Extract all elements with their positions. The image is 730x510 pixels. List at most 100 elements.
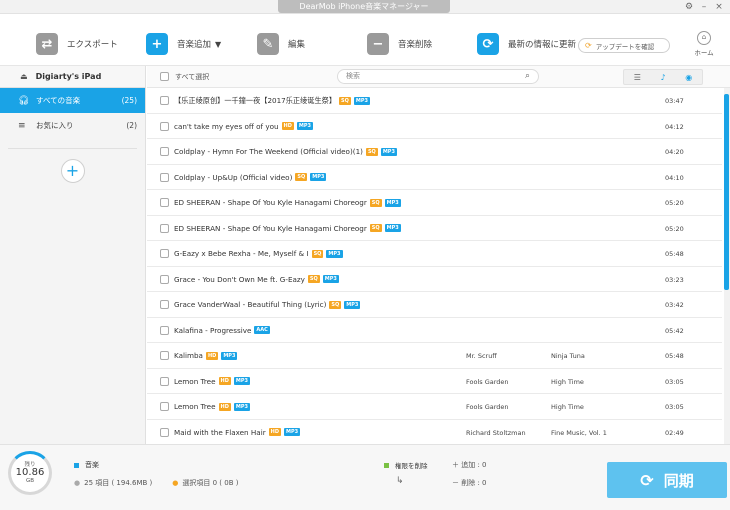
selected-dot-icon: ● bbox=[172, 479, 179, 487]
row-checkbox[interactable] bbox=[160, 147, 169, 156]
song-duration: 03:05 bbox=[665, 403, 684, 411]
song-title: Lemon Tree HD MP3 bbox=[174, 402, 250, 411]
song-duration: 03:42 bbox=[665, 301, 684, 309]
table-row[interactable]: can't take my eyes off of you HD MP3 04:12 bbox=[147, 114, 722, 139]
export-label: エクスポート bbox=[67, 40, 118, 50]
row-checkbox[interactable] bbox=[160, 223, 169, 233]
table-row[interactable]: G-Eazy x Bebe Rexha - Me, Myself & I SQ MP… bbox=[147, 241, 722, 267]
row-checkbox[interactable] bbox=[160, 376, 169, 386]
table-row[interactable]: Lemon Tree HD MP3 Fools Garden High Time 03:0… bbox=[147, 394, 722, 420]
song-title: Kalimba HD MP3 bbox=[174, 351, 238, 360]
row-checkbox[interactable] bbox=[160, 96, 169, 105]
quality-badge: HD bbox=[268, 428, 281, 436]
row-checkbox[interactable] bbox=[160, 172, 169, 182]
row-checkbox[interactable] bbox=[160, 300, 169, 309]
home-button[interactable]: ⌂ ホーム bbox=[690, 31, 718, 57]
song-rows: 【乐正绫原创】一千鐘一夜【2017乐正绫诞生祭】 SQ MP3 03:47 can't … bbox=[147, 88, 722, 444]
list-view-icon[interactable]: ☰ bbox=[634, 73, 641, 82]
table-row[interactable]: Grace - You Don't Own Me ft. G-Eazy SQ MP3… bbox=[147, 267, 722, 292]
song-artist: Fools Garden bbox=[466, 377, 509, 386]
quality-badge: SQ bbox=[369, 198, 382, 207]
chevron-down-icon[interactable]: ▼ bbox=[215, 40, 221, 49]
minimize-icon[interactable]: – bbox=[697, 1, 711, 13]
search-input[interactable]: 検索 ⌕ bbox=[337, 69, 539, 84]
table-row[interactable]: Lemon Tree HD MP3 Fools Garden High Time 03:0… bbox=[147, 369, 722, 394]
refresh-button[interactable]: ⟳ 最新の情報に更新 bbox=[477, 30, 576, 58]
export-button[interactable]: ⇄ エクスポート bbox=[36, 30, 118, 58]
format-badge: MP3 bbox=[380, 147, 397, 156]
song-title-text: 【乐正绫原创】一千鐘一夜【2017乐正绫诞生祭】 bbox=[174, 96, 337, 105]
search-icon[interactable]: ⌕ bbox=[525, 70, 530, 83]
scrollbar-thumb[interactable] bbox=[724, 94, 729, 290]
category-legend: 音楽 bbox=[74, 460, 99, 470]
album-view-icon[interactable]: ◉ bbox=[685, 73, 692, 82]
headphones-delete-icon: − bbox=[367, 33, 389, 55]
total-items-text: 25 項目 ( 194.6MB ) bbox=[84, 479, 153, 487]
table-row[interactable]: Coldplay - Hymn For The Weekend (Officia… bbox=[147, 139, 722, 165]
song-duration: 04:10 bbox=[665, 173, 684, 182]
table-row[interactable]: Kalimba HD MP3 Mr. Scruff Ninja Tuna 05:48 bbox=[147, 343, 722, 369]
delete-music-button[interactable]: − 音楽削除 bbox=[367, 30, 432, 58]
format-badge: MP3 bbox=[296, 122, 314, 130]
song-title-text: Lemon Tree bbox=[174, 376, 216, 386]
home-label: ホーム bbox=[694, 49, 714, 57]
format-badge: MP3 bbox=[221, 351, 238, 360]
song-title-text: Coldplay - Hymn For The Weekend (Officia… bbox=[174, 147, 363, 156]
format-badge: AAC bbox=[254, 326, 270, 334]
check-update-button[interactable]: ⟳ アップデートを確認 bbox=[578, 38, 670, 53]
row-checkbox[interactable] bbox=[160, 351, 169, 360]
close-icon[interactable]: × bbox=[712, 1, 726, 13]
delete-count: － 削除 : 0 bbox=[452, 478, 487, 488]
format-badge: MP3 bbox=[233, 402, 250, 411]
row-checkbox[interactable] bbox=[160, 249, 169, 258]
headphones-icon: 🎧︎ bbox=[18, 95, 30, 106]
eject-icon[interactable]: ⏏ bbox=[20, 72, 28, 81]
sidebar-item-count: (25) bbox=[121, 96, 137, 105]
format-badge: MP3 bbox=[326, 249, 343, 258]
sidebar-item-all-music[interactable]: 🎧︎ すべての音楽 (25) bbox=[0, 88, 145, 113]
song-duration: 03:23 bbox=[665, 275, 684, 284]
format-badge: MP3 bbox=[384, 224, 401, 232]
sidebar-divider bbox=[8, 148, 137, 149]
table-row[interactable]: ED SHEERAN - Shape Of You Kyle Hanagami … bbox=[147, 190, 722, 216]
settings-icon[interactable]: ⚙ bbox=[682, 1, 696, 13]
row-checkbox[interactable] bbox=[160, 427, 169, 437]
song-artist: Mr. Scruff bbox=[466, 352, 497, 360]
sort-by-artist-icon[interactable]: ♪ bbox=[661, 73, 666, 82]
row-checkbox[interactable] bbox=[160, 121, 169, 131]
row-checkbox[interactable] bbox=[160, 402, 169, 411]
sidebar-item-label: お気に入り bbox=[36, 121, 74, 130]
quality-badge: SQ bbox=[311, 249, 324, 258]
export-icon: ⇄ bbox=[36, 33, 58, 55]
select-all-checkbox[interactable] bbox=[160, 72, 169, 81]
add-count: ＋ 追加 : 0 bbox=[452, 460, 487, 470]
row-checkbox[interactable] bbox=[160, 198, 169, 207]
table-row[interactable]: Maid with the Flaxen Hair HD MP3 Richard St… bbox=[147, 420, 722, 445]
category-label: 音楽 bbox=[85, 461, 99, 469]
row-checkbox[interactable] bbox=[160, 274, 169, 284]
song-title-text: can't take my eyes off of you bbox=[174, 121, 279, 131]
table-row[interactable]: Kalafina - Progressive AAC 05:42 bbox=[147, 318, 722, 343]
quality-badge: SQ bbox=[295, 173, 308, 181]
song-album: Fine Music, Vol. 1 bbox=[551, 428, 607, 437]
quality-badge: SQ bbox=[329, 300, 342, 309]
song-album: High Time bbox=[551, 377, 584, 386]
add-playlist-button[interactable]: + bbox=[60, 159, 85, 183]
sidebar-item-label: すべての音楽 bbox=[36, 96, 81, 105]
edit-button[interactable]: ✎ 編集 bbox=[257, 30, 305, 58]
sidebar-item-favorites[interactable]: ≡ お気に入り (2) bbox=[0, 113, 145, 138]
row-checkbox[interactable] bbox=[160, 325, 169, 335]
table-row[interactable]: Grace VanderWaal - Beautiful Thing (Lyri… bbox=[147, 292, 722, 318]
sync-button[interactable]: ⟳ 同期 bbox=[607, 462, 727, 498]
song-title-text: ED SHEERAN - Shape Of You Kyle Hanagami … bbox=[174, 223, 367, 233]
storage-gauge: 残り 10.86 GB bbox=[8, 451, 52, 495]
add-music-button[interactable]: + 音楽追加 ▼ bbox=[146, 30, 221, 58]
table-row[interactable]: 【乐正绫原创】一千鐘一夜【2017乐正绫诞生祭】 SQ MP3 03:47 bbox=[147, 88, 722, 114]
music-legend-swatch bbox=[74, 462, 79, 468]
quality-badge: HD bbox=[281, 122, 294, 130]
toolbar: ⇄ エクスポート + 音楽追加 ▼ ✎ 編集 − 音楽削除 ⟳ 最新の情報に更新… bbox=[0, 14, 730, 66]
table-row[interactable]: Coldplay - Up&Up (Official video) SQ MP3 04… bbox=[147, 165, 722, 190]
song-title: ED SHEERAN - Shape Of You Kyle Hanagami … bbox=[174, 224, 401, 233]
device-header[interactable]: ⏏ Digiarty's iPad bbox=[0, 66, 145, 88]
table-row[interactable]: ED SHEERAN - Shape Of You Kyle Hanagami … bbox=[147, 216, 722, 241]
